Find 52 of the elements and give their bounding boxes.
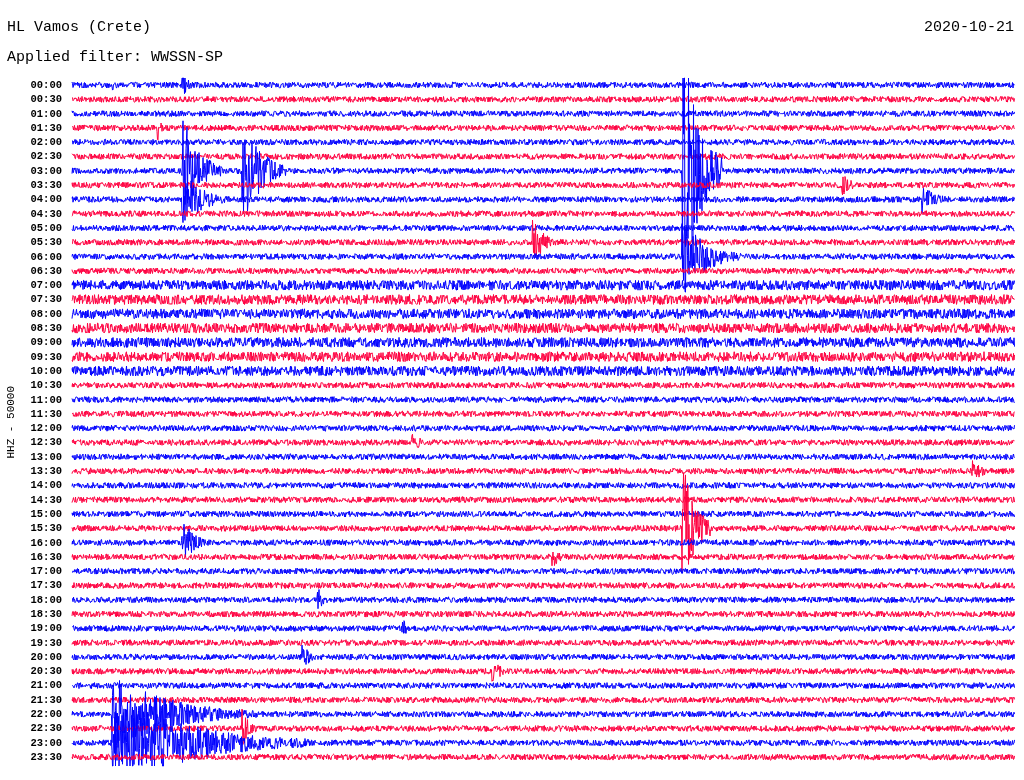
time-label: 00:30 [29, 92, 62, 107]
time-label: 08:30 [29, 321, 62, 336]
time-label: 21:30 [29, 692, 62, 708]
time-label: 14:30 [29, 492, 62, 507]
time-label: 15:30 [29, 521, 62, 536]
time-label: 07:00 [29, 278, 62, 293]
time-label: 01:30 [29, 120, 62, 136]
time-label: 11:30 [29, 406, 62, 422]
time-label: 21:00 [29, 678, 62, 693]
time-label: 13:30 [29, 464, 62, 479]
time-label: 20:30 [29, 664, 62, 679]
time-label: 19:30 [29, 635, 62, 650]
time-label: 15:00 [29, 506, 62, 522]
station-title: HL Vamos (Crete) [7, 19, 152, 37]
time-label: 04:00 [29, 192, 62, 207]
time-label: 10:00 [29, 363, 62, 379]
time-label: 02:00 [29, 135, 62, 150]
time-label: 18:30 [29, 607, 62, 622]
time-label: 17:00 [29, 564, 62, 579]
time-label: 03:30 [29, 178, 62, 193]
time-label: 17:30 [29, 578, 62, 593]
time-label: 02:30 [29, 149, 62, 164]
time-label: 18:00 [29, 592, 62, 607]
filter-label: Applied filter: WWSSN-SP [7, 49, 224, 66]
time-label: 06:00 [29, 249, 62, 264]
time-label: 03:00 [29, 163, 62, 179]
time-label: 07:30 [29, 292, 62, 307]
time-label: 22:00 [29, 707, 62, 722]
time-label: 04:30 [29, 206, 62, 221]
time-label: 08:00 [29, 306, 62, 322]
time-label: 12:30 [29, 435, 62, 450]
time-label: 22:30 [29, 721, 62, 736]
time-label: 09:00 [29, 335, 62, 350]
time-label: 11:00 [29, 392, 62, 407]
time-label: 10:30 [29, 378, 62, 393]
time-label: 00:00 [29, 78, 62, 93]
time-label: 05:30 [29, 235, 62, 250]
time-label: 19:00 [29, 621, 62, 636]
time-label: 20:00 [29, 649, 62, 665]
time-label: 23:00 [29, 735, 62, 750]
time-label: 14:00 [29, 478, 62, 493]
time-label: 23:30 [29, 749, 62, 765]
axis-label: HHZ - 50000 [3, 385, 18, 459]
time-label: 01:00 [29, 106, 62, 121]
time-label: 13:00 [29, 449, 62, 464]
time-label: 12:00 [29, 421, 62, 436]
time-label: 16:00 [29, 535, 62, 550]
time-label: 05:00 [29, 220, 62, 236]
time-label: 16:30 [29, 549, 62, 565]
date-label: 2020-10-21 [924, 19, 1014, 37]
time-label: 06:30 [29, 263, 62, 279]
time-label: 09:30 [29, 349, 62, 364]
